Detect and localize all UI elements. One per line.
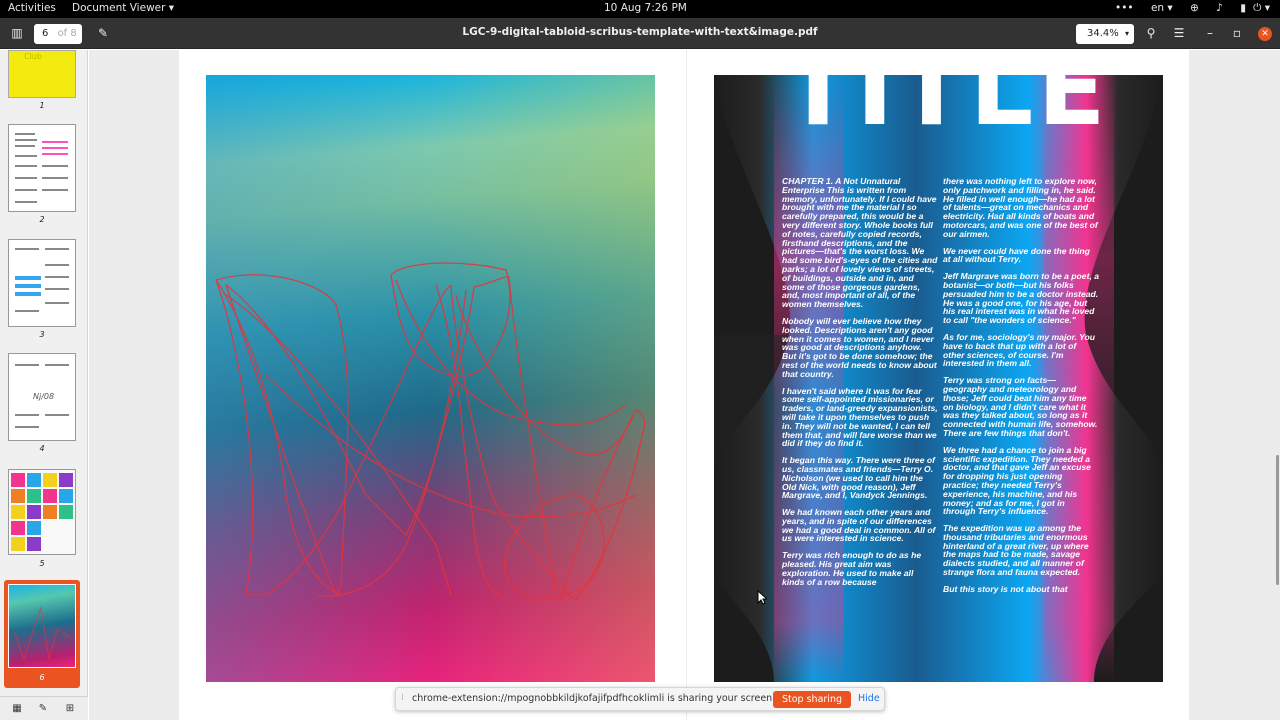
document-view[interactable]: TITLE CHAPTER 1. A Not Unnatural Enterpr… [89,50,1280,720]
sharing-message: chrome-extension://mpognobbkildjkofajifp… [412,693,776,704]
search-icon[interactable]: ⚲ [1139,23,1163,44]
paragraph: there was nothing left to explore now, o… [943,176,1098,239]
annotations-view-icon[interactable]: ✎ [34,701,52,717]
system-top-bar: Activities Document Viewer ▾ 10 Aug 7:26… [0,0,1280,18]
thumbnail-scribble [12,606,70,661]
thumbnail-text: Club [24,52,42,61]
page-thumbnail-3[interactable] [8,239,76,327]
stop-sharing-button[interactable]: Stop sharing [773,691,851,708]
paragraph: We never could have done the thing at al… [943,245,1090,265]
paragraph: I haven't said where it was for fear som… [782,385,938,449]
thumbnail-tile [11,489,25,503]
paragraph: Jeff Margrave was born to be a poet, a b… [943,271,1100,326]
page-thumbnail-6-selected[interactable]: 6 [4,580,80,688]
thumbnail-tile [43,505,57,519]
close-icon[interactable]: ✕ [1258,27,1272,41]
paragraph: We three had a chance to join a big scie… [943,444,1091,517]
page-thumbnail-2[interactable] [8,124,76,212]
red-scribble-drawing [215,262,646,601]
page-thumbnail-1[interactable]: Club [8,50,76,98]
battery-icon[interactable]: ▮ [1240,2,1246,14]
volume-icon[interactable]: ♪ [1216,2,1223,14]
thumbnail-tile [11,473,25,487]
thumbnail-label: 3 [39,330,45,339]
page-number-entry[interactable]: 6 of 8 [34,24,82,44]
maximize-icon[interactable]: ▫ [1225,23,1249,44]
page-6-article: TITLE CHAPTER 1. A Not Unnatural Enterpr… [714,75,1163,682]
chevron-down-icon: ▾ [1124,29,1129,38]
mouse-cursor-icon [757,590,767,605]
vertical-scrollbar[interactable] [1276,455,1279,585]
thumbnail-tile [59,489,73,503]
thumbnail-label: 1 [39,101,45,110]
thumbnail-image-grid [11,473,73,551]
thumbnail-tile [27,521,41,535]
thumbnail-label: 6 [39,673,45,682]
thumbnail-label: 5 [39,559,45,568]
annotate-pencil-icon[interactable]: ✎ [91,23,115,44]
page-total: of 8 [57,28,77,39]
page-thumbnail-5[interactable] [8,469,76,555]
language-indicator[interactable]: en ▾ [1151,2,1173,14]
current-page[interactable]: 6 [42,28,48,39]
thumbnail-label: 2 [39,215,45,224]
thumbnails-view-icon[interactable]: ▦ [8,701,26,717]
hamburger-menu-icon[interactable]: ☰ [1167,23,1191,44]
paragraph: CHAPTER 1. A Not Unnatural Enterprise Th… [782,176,938,310]
thumbnail-tile [27,489,41,503]
document-title: LGC-9-digital-tabloid-scribus-template-w… [462,26,818,38]
thumbnail-tile [11,537,25,551]
paragraph: Terry was strong on facts—geography and … [943,375,1098,438]
article-title: TITLE [784,75,1110,148]
thumbnail-tile [27,473,41,487]
thumbnail-tile [27,537,41,551]
paragraph: But this story is not about that [943,583,1068,594]
hide-link[interactable]: Hide [858,693,880,704]
thumbnail-tile [11,521,25,535]
sidebar-footer: ▦ ✎ ⊞ [0,696,88,720]
minimize-icon[interactable]: – [1198,23,1222,44]
thumbnail-tile [43,489,57,503]
paragraph: Nobody will ever believe how they looked… [782,315,937,379]
screen-sharing-bar: ⁞ chrome-extension://mpognobbkildjkofaji… [395,687,885,711]
app-menu[interactable]: Document Viewer ▾ [72,2,174,14]
paragraph: The expedition was up among the thousand… [943,523,1089,578]
drag-handle-icon[interactable]: ⁞ [401,693,404,703]
system-tray[interactable]: ••• en ▾ ⊕ ♪ ▮ [1101,2,1246,14]
page-thumbnail-4[interactable]: Nj/08 [8,353,76,441]
power-icon[interactable]: ⏻ ▾ [1253,2,1270,15]
thumbnail-tile [11,505,25,519]
paragraph: We had known each other years and years,… [782,507,936,544]
header-bar: ▥ 6 of 8 ✎ LGC-9-digital-tabloid-scribus… [0,18,1280,49]
sidebar-toggle-icon[interactable]: ▥ [5,23,29,44]
thumbnail-text: Nj/08 [33,392,55,401]
network-icon[interactable]: ⊕ [1190,2,1199,14]
paragraph: It began this way. There were three of u… [782,455,935,501]
article-column-right: there was nothing left to explore now, o… [943,177,1099,602]
thumbnail-label: 4 [39,444,45,453]
thumbnail-tile [43,473,57,487]
article-column-left: CHAPTER 1. A Not Unnatural Enterprise Th… [782,177,938,594]
thumbnail-tile [59,473,73,487]
paragraph: As for me, sociology's my major. You hav… [943,331,1096,369]
thumbnail-tile [27,505,41,519]
paragraph: Terry was rich enough to do as he please… [782,550,922,587]
bookmarks-view-icon[interactable]: ⊞ [61,701,79,717]
thumbnail-tile [59,505,73,519]
thumbnail-sidebar: Club 1 2 3 Nj/08 4 5 6 ▦ ✎ ⊞ [0,50,88,720]
zoom-value: 34.4% [1087,28,1119,39]
zoom-selector[interactable]: 34.4% ▾ [1076,24,1134,44]
clock[interactable]: 10 Aug 7:26 PM [604,2,687,14]
activities-button[interactable]: Activities [8,2,56,14]
overflow-icon[interactable]: ••• [1115,2,1134,14]
page-thumbnail-6[interactable] [8,584,76,668]
